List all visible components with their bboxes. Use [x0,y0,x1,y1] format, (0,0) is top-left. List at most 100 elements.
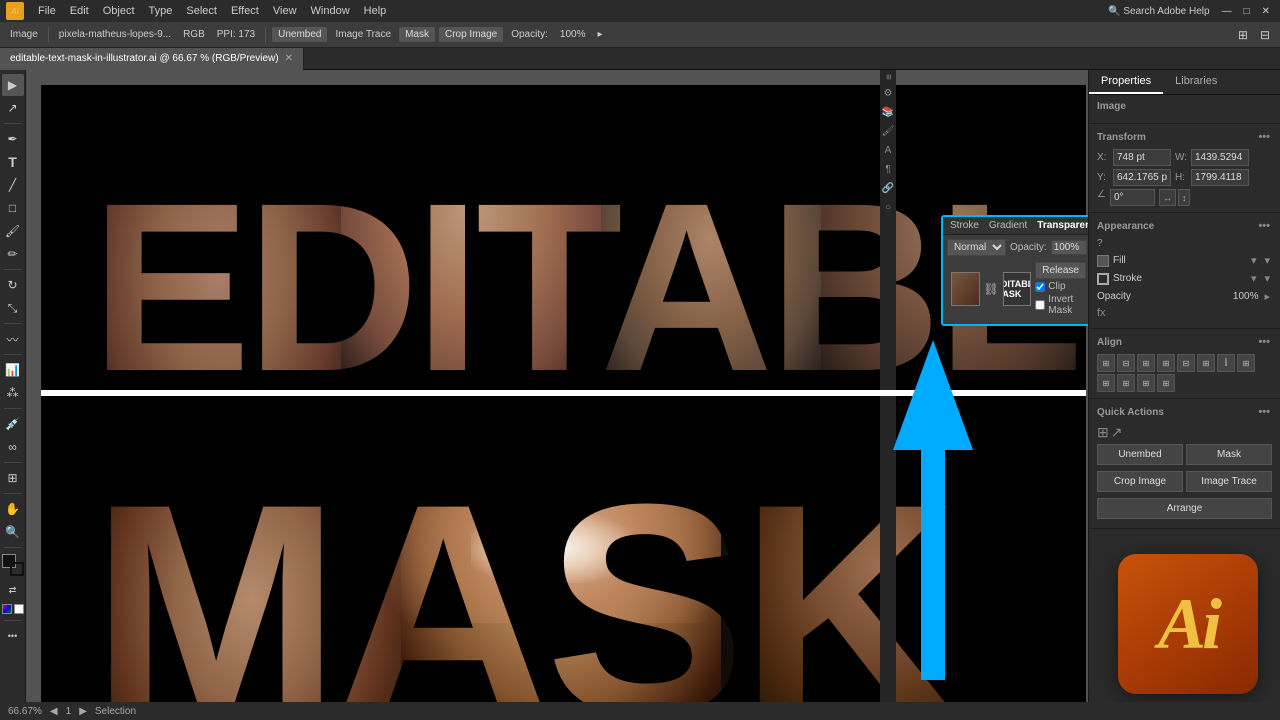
column-graph-tool[interactable]: 📊 [2,359,24,381]
align-top-btn[interactable]: ⊞ [1157,354,1175,372]
minimize-btn[interactable]: — [1218,5,1236,18]
layout-btn[interactable]: ⊟ [1256,27,1274,43]
menu-select[interactable]: Select [180,3,223,19]
menu-effect[interactable]: Effect [225,3,265,19]
w-input[interactable] [1191,149,1249,166]
flip-h-btn[interactable]: ↔ [1159,189,1176,206]
selection-tool[interactable]: ▶ [2,74,24,96]
embed-icon[interactable]: ⊞ [1097,424,1109,441]
color-btn[interactable] [2,604,12,614]
libraries-icon[interactable]: 📚 [882,107,894,118]
qa-mask-btn[interactable]: Mask [1186,444,1272,465]
quick-actions-more-btn[interactable]: ••• [1256,405,1272,419]
link-icon[interactable]: 🔗 [882,183,894,194]
active-tab[interactable]: editable-text-mask-in-illustrator.ai @ 6… [0,48,304,70]
more-tools[interactable]: ••• [2,625,24,647]
distribute-left-btn[interactable]: ⫿ [1217,354,1235,372]
properties-icon[interactable]: ⚙ [884,88,893,99]
y-input[interactable] [1113,169,1171,186]
distribute-top-btn[interactable]: ⊞ [1117,374,1135,392]
brush-icon[interactable]: 🖌 [882,126,895,137]
layers-icon[interactable]: ≡ [883,74,894,80]
x-input[interactable] [1113,149,1171,166]
stroke-options-btn[interactable]: ▾ [1249,271,1259,286]
tab-close-btn[interactable]: ✕ [285,53,293,64]
rotate-tool[interactable]: ↻ [2,274,24,296]
paintbrush-tool[interactable]: 🖌 [2,220,24,242]
hand-tool[interactable]: ✋ [2,498,24,520]
align-bottom-btn[interactable]: ⊞ [1197,354,1215,372]
unembed-btn[interactable]: Unembed [272,27,327,42]
symbol-sprayer-tool[interactable]: ⁂ [2,382,24,404]
align-center-v-btn[interactable]: ⊟ [1177,354,1195,372]
menu-object[interactable]: Object [97,3,141,19]
qa-image-trace-btn[interactable]: Image Trace [1186,471,1272,492]
release-btn[interactable]: Release [1035,262,1086,279]
pen-tool[interactable]: ✒ [2,128,24,150]
menu-view[interactable]: View [267,3,303,19]
replace-icon[interactable]: ↗ [1111,424,1123,441]
fill-stroke-indicator[interactable] [2,554,24,576]
character-icon[interactable]: A [885,145,892,156]
rect-tool[interactable]: □ [2,197,24,219]
distribute-center-h-btn[interactable]: ⊞ [1237,354,1255,372]
stroke-swatch[interactable] [1097,273,1109,285]
mask-btn[interactable]: Mask [399,27,435,42]
qa-unembed-btn[interactable]: Unembed [1097,444,1183,465]
warp-tool[interactable]: 〰 [2,328,24,350]
stroke-tab[interactable]: Stroke [947,219,982,232]
transform-more-btn[interactable]: ••• [1256,130,1272,144]
swap-fill-stroke[interactable]: ⇄ [2,579,24,601]
clip-checkbox[interactable] [1035,282,1045,292]
arrange-controls[interactable]: ⊞ [1234,27,1252,43]
align-right-btn[interactable]: ⊞ [1137,354,1155,372]
align-more-btn[interactable]: ••• [1256,335,1272,349]
canvas-area[interactable]: EDITABLE [26,70,1088,720]
align-center-h-btn[interactable]: ⊟ [1117,354,1135,372]
artboard-tool[interactable]: ⊞ [2,467,24,489]
gradient-tab[interactable]: Gradient [986,219,1030,232]
fill-options-btn[interactable]: ▾ [1249,253,1259,268]
distribute-right-btn[interactable]: ⊞ [1097,374,1115,392]
eyedropper-tool[interactable]: 💉 [2,413,24,435]
more-options[interactable]: ▸ [593,28,606,41]
fill-swatch[interactable] [1097,255,1109,267]
pencil-tool[interactable]: ✏ [2,243,24,265]
menu-type[interactable]: Type [143,3,179,19]
circle-icon[interactable]: ○ [885,202,891,213]
zoom-tool[interactable]: 🔍 [2,521,24,543]
zoom-display[interactable]: 66.67% [8,706,42,717]
method-dropdown[interactable]: Image Trace [331,28,395,41]
crop-image-btn[interactable]: Crop Image [439,27,503,42]
paragraph-icon[interactable]: ¶ [885,164,890,175]
transparency-tab[interactable]: Transparency [1034,219,1088,232]
blend-mode-select[interactable]: Normal [947,239,1006,256]
h-input[interactable] [1191,169,1249,186]
opacity-panel-input[interactable] [1051,240,1087,255]
stroke-more-btn[interactable]: ▾ [1262,271,1272,286]
menu-file[interactable]: File [32,3,62,19]
fill-more-btn[interactable]: ▾ [1262,253,1272,268]
nav-forward[interactable]: ▶ [79,706,87,717]
search-adobe-help[interactable]: 🔍 Search Adobe Help [1104,5,1213,18]
direct-selection-tool[interactable]: ↗ [2,97,24,119]
distribute-center-v-btn[interactable]: ⊞ [1137,374,1155,392]
qa-arrange-btn[interactable]: Arrange [1097,498,1272,519]
appearance-more-btn[interactable]: ••• [1256,219,1272,233]
type-tool[interactable]: T [2,151,24,173]
menu-edit[interactable]: Edit [64,3,95,19]
properties-tab[interactable]: Properties [1089,70,1163,94]
maximize-btn[interactable]: □ [1240,5,1254,18]
line-tool[interactable]: ╱ [2,174,24,196]
invert-checkbox[interactable] [1035,300,1045,310]
angle-input[interactable] [1110,189,1155,206]
blend-tool[interactable]: ∞ [2,436,24,458]
menu-help[interactable]: Help [358,3,393,19]
flip-v-btn[interactable]: ↕ [1178,189,1191,206]
opacity-more-btn[interactable]: ▸ [1262,289,1272,304]
qa-crop-btn[interactable]: Crop Image [1097,471,1183,492]
close-btn[interactable]: ✕ [1258,5,1274,18]
none-btn[interactable] [14,604,24,614]
scale-tool[interactable]: ⤡ [2,297,24,319]
align-left-btn[interactable]: ⊞ [1097,354,1115,372]
